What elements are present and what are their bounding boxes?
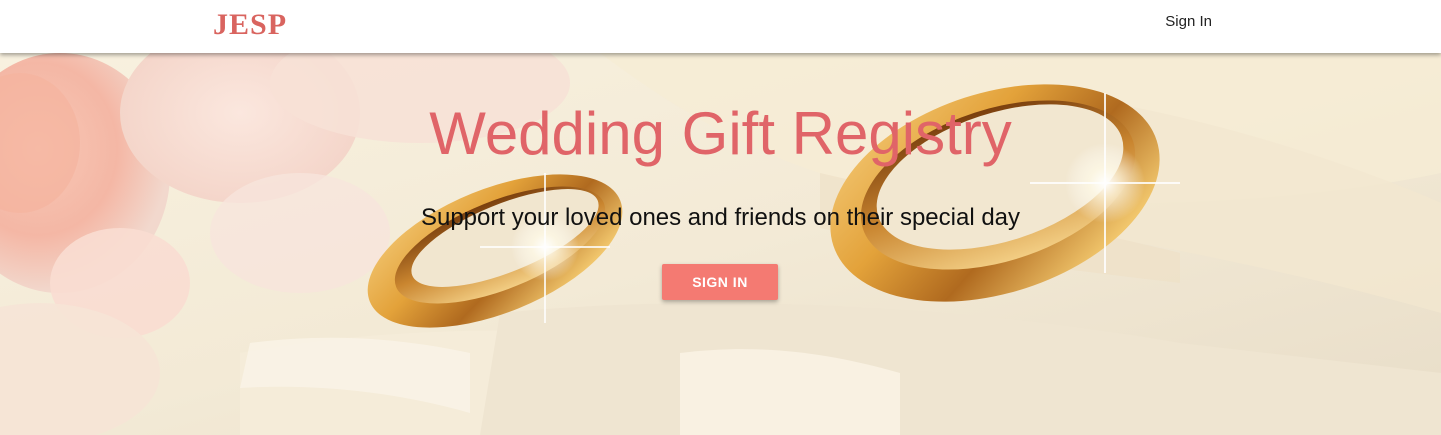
brand-logo[interactable]: JESP — [213, 8, 287, 42]
hero-section: Wedding Gift Registry Support your loved… — [0, 53, 1441, 435]
hero-title: Wedding Gift Registry — [429, 100, 1012, 167]
nav-signin-link[interactable]: Sign In — [1165, 13, 1212, 30]
top-navbar: JESP Sign In — [0, 0, 1441, 53]
hero-subtitle: Support your loved ones and friends on t… — [420, 204, 1021, 231]
hero-signin-button[interactable]: SIGN IN — [662, 264, 778, 300]
